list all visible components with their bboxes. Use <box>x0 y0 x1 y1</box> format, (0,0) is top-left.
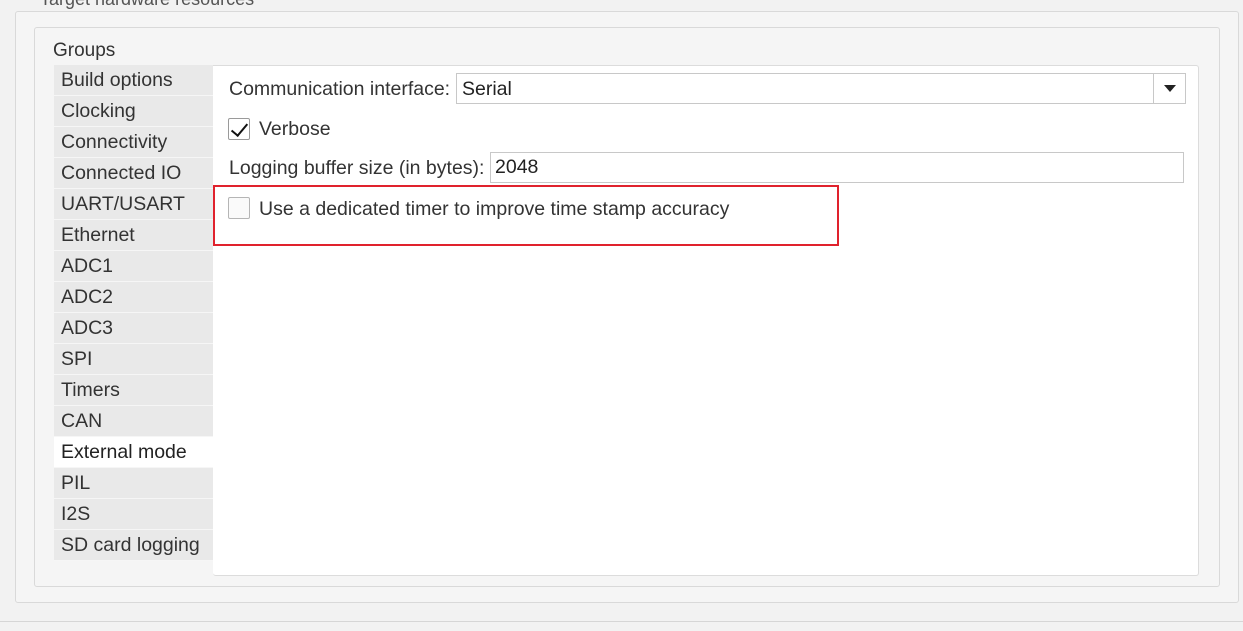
verbose-label: Verbose <box>259 118 331 140</box>
group-item-timers[interactable]: Timers <box>54 375 214 406</box>
group-item-uart-usart[interactable]: UART/USART <box>54 189 214 220</box>
group-item-adc2[interactable]: ADC2 <box>54 282 214 313</box>
group-item-build-options[interactable]: Build options <box>54 65 214 96</box>
dedicated-timer-label: Use a dedicated timer to improve time st… <box>259 198 730 220</box>
communication-interface-label: Communication interface: <box>229 78 451 100</box>
group-item-ethernet[interactable]: Ethernet <box>54 220 214 251</box>
communication-interface-select[interactable]: Serial <box>456 73 1186 104</box>
groups-list: Build options Clocking Connectivity Conn… <box>54 65 214 561</box>
group-item-i2s[interactable]: I2S <box>54 499 214 530</box>
group-item-external-mode[interactable]: External mode <box>54 437 214 468</box>
group-item-connected-io[interactable]: Connected IO <box>54 158 214 189</box>
group-item-can[interactable]: CAN <box>54 406 214 437</box>
dropdown-arrow-button[interactable] <box>1153 74 1185 103</box>
group-item-pil[interactable]: PIL <box>54 468 214 499</box>
group-item-sd-card-logging[interactable]: SD card logging <box>54 530 214 561</box>
bottom-divider <box>0 621 1243 622</box>
chevron-down-icon <box>1163 85 1176 92</box>
logging-buffer-size-label: Logging buffer size (in bytes): <box>229 157 485 179</box>
checkmark-icon <box>230 118 249 138</box>
verbose-checkbox[interactable] <box>228 118 250 140</box>
groups-label: Groups <box>53 40 116 61</box>
group-item-adc3[interactable]: ADC3 <box>54 313 214 344</box>
section-title: Target hardware resources <box>36 0 259 10</box>
group-item-spi[interactable]: SPI <box>54 344 214 375</box>
dedicated-timer-checkbox[interactable] <box>228 197 250 219</box>
group-item-adc1[interactable]: ADC1 <box>54 251 214 282</box>
logging-buffer-size-input[interactable] <box>490 152 1184 183</box>
communication-interface-value: Serial <box>462 78 512 100</box>
group-item-clocking[interactable]: Clocking <box>54 96 214 127</box>
group-item-connectivity[interactable]: Connectivity <box>54 127 214 158</box>
external-mode-settings-panel <box>213 65 1199 576</box>
